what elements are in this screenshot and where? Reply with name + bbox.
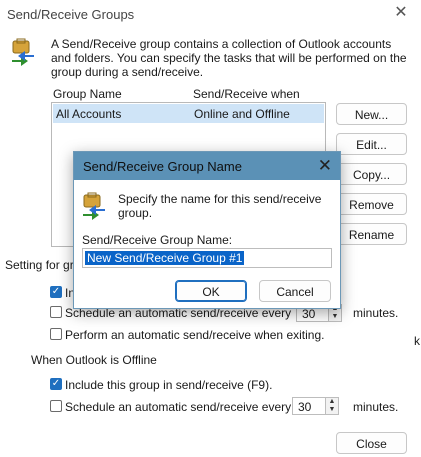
list-item-name: All Accounts: [56, 107, 122, 121]
online-minutes-value: 30: [302, 307, 316, 321]
dialog-title-bar: Send/Receive Group Name ✕: [74, 152, 340, 180]
group-name-dialog: Send/Receive Group Name ✕ Specify the na…: [73, 151, 341, 309]
exit-checkbox[interactable]: [50, 328, 62, 340]
offline-minutes-spinner[interactable]: ▲ ▼: [325, 397, 339, 415]
spin-down-icon[interactable]: ▼: [326, 406, 338, 414]
settings-group-label: Setting for gr: [5, 258, 74, 272]
ok-button[interactable]: OK: [175, 280, 247, 302]
send-receive-icon: [83, 192, 105, 220]
group-name-value: New Send/Receive Group #1: [85, 251, 245, 265]
spin-up-icon[interactable]: ▲: [326, 398, 338, 406]
close-button[interactable]: Close: [336, 432, 407, 454]
dialog-field-label: Send/Receive Group Name:: [82, 233, 233, 247]
online-minutes-label: minutes.: [353, 306, 399, 320]
offline-minutes-value: 30: [298, 400, 312, 414]
column-header-group-name: Group Name: [53, 87, 122, 101]
exit-label: Perform an automatic send/receive when e…: [65, 328, 325, 342]
cancel-button[interactable]: Cancel: [259, 280, 331, 302]
list-item[interactable]: All Accounts Online and Offline: [53, 104, 324, 123]
rename-button[interactable]: Rename: [336, 223, 407, 245]
spin-down-icon[interactable]: ▼: [329, 313, 341, 321]
list-item-when: Online and Offline: [194, 107, 290, 121]
send-receive-icon: [12, 38, 34, 66]
window-close-icon[interactable]: ✕: [392, 4, 410, 22]
dialog-close-icon[interactable]: ✕: [318, 156, 332, 176]
group-name-input[interactable]: New Send/Receive Group #1: [82, 248, 332, 268]
new-button[interactable]: New...: [336, 103, 407, 125]
offline-heading: When Outlook is Offline: [31, 353, 157, 367]
dialog-prompt: Specify the name for this send/receive g…: [118, 192, 322, 220]
window-title: Send/Receive Groups: [7, 7, 135, 22]
edge-fragment: k: [414, 334, 420, 348]
remove-button[interactable]: Remove: [336, 193, 407, 215]
column-header-send-receive-when: Send/Receive when: [193, 87, 300, 101]
offline-schedule-label: Schedule an automatic send/receive every: [65, 400, 292, 414]
offline-include-checkbox[interactable]: ✓: [50, 378, 62, 390]
online-schedule-checkbox[interactable]: [50, 306, 62, 318]
online-include-checkbox[interactable]: ✓: [50, 286, 62, 298]
copy-button[interactable]: Copy...: [336, 163, 407, 185]
dialog-title: Send/Receive Group Name: [83, 159, 242, 174]
offline-minutes-label: minutes.: [353, 400, 399, 414]
offline-include-label: Include this group in send/receive (F9).: [65, 378, 273, 392]
window-description: A Send/Receive group contains a collecti…: [51, 37, 407, 79]
offline-schedule-checkbox[interactable]: [50, 400, 62, 412]
edit-button[interactable]: Edit...: [336, 133, 407, 155]
